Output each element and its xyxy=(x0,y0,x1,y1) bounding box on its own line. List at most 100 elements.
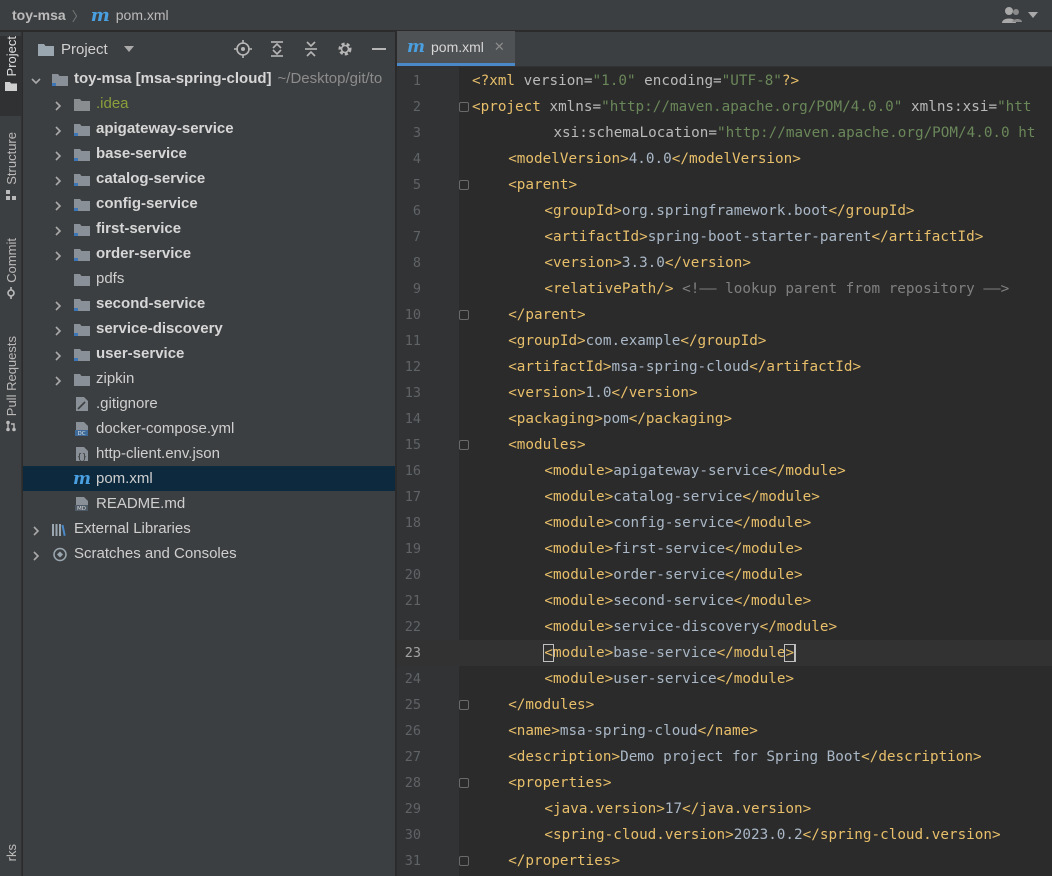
code-line[interactable]: 19 <module>first-service</module> xyxy=(397,536,1052,562)
expand-all-icon[interactable] xyxy=(267,40,287,58)
tree-item[interactable]: config-service xyxy=(23,191,395,216)
tree-item[interactable]: second-service xyxy=(23,291,395,316)
code-line[interactable]: 29 <java.version>17</java.version> xyxy=(397,796,1052,822)
tool-tab-commit[interactable]: Commit xyxy=(0,238,22,312)
user-menu[interactable] xyxy=(1002,6,1038,24)
tree-item[interactable]: .idea xyxy=(23,91,395,116)
code-line[interactable]: 24 <module>user-service</module> xyxy=(397,666,1052,692)
chevron-right-icon[interactable] xyxy=(31,548,41,561)
code-line[interactable]: 6 <groupId>org.springframework.boot</grou… xyxy=(397,198,1052,224)
tree-item[interactable]: MD README.md xyxy=(23,491,395,516)
code-line[interactable]: 23 <module>base-service</module> xyxy=(397,640,1052,666)
code-line[interactable]: 3 xsi:schemaLocation="http://maven.apache… xyxy=(397,120,1052,146)
breadcrumb-file[interactable]: pom.xml xyxy=(116,7,169,23)
code-line[interactable]: 16 <module>apigateway-service</module> xyxy=(397,458,1052,484)
code-line[interactable]: 17 <module>catalog-service</module> xyxy=(397,484,1052,510)
chevron-right-icon[interactable] xyxy=(53,248,63,261)
code-text: <modules> xyxy=(508,437,586,453)
code-line[interactable]: 18 <module>config-service</module> xyxy=(397,510,1052,536)
chevron-right-icon[interactable] xyxy=(31,523,41,536)
code-line[interactable]: 25 </modules> xyxy=(397,692,1052,718)
code-line[interactable]: 28 <properties> xyxy=(397,770,1052,796)
hide-panel-icon[interactable] xyxy=(369,40,389,58)
code-line[interactable]: 26 <name>msa-spring-cloud</name> xyxy=(397,718,1052,744)
chevron-right-icon[interactable] xyxy=(53,298,63,311)
code-line[interactable]: 12 <artifactId>msa-spring-cloud</artifact… xyxy=(397,354,1052,380)
tree-item[interactable]: base-service xyxy=(23,141,395,166)
code-line[interactable]: 2 <project xmlns="http://maven.apache.org… xyxy=(397,94,1052,120)
tree-item[interactable]: catalog-service xyxy=(23,166,395,191)
tree-item[interactable]: order-service xyxy=(23,241,395,266)
editor-tab-pom-xml[interactable]: m pom.xml ✕ xyxy=(397,31,515,66)
select-opened-file-icon[interactable] xyxy=(233,40,253,58)
code-line[interactable]: 5 <parent> xyxy=(397,172,1052,198)
code-line[interactable]: 21 <module>second-service</module> xyxy=(397,588,1052,614)
module-folder-icon xyxy=(73,346,91,362)
tool-tab-structure[interactable]: Structure xyxy=(0,132,22,216)
code-line[interactable]: 4 <modelVersion>4.0.0</modelVersion> xyxy=(397,146,1052,172)
tree-item[interactable]: pdfs xyxy=(23,266,395,291)
breadcrumb-project[interactable]: toy-msa xyxy=(12,7,66,23)
line-number: 31 xyxy=(404,853,421,869)
tool-tab-project[interactable]: Project xyxy=(0,36,22,116)
json-file-icon: {} xyxy=(73,446,91,462)
project-view-selector[interactable]: Project xyxy=(61,41,108,58)
tool-tab-bookmarks[interactable]: rks xyxy=(0,844,22,876)
code-line[interactable]: 1 <?xml version="1.0" encoding="UTF-8"?> xyxy=(397,68,1052,94)
code-line[interactable]: 27 <description>Demo project for Spring B… xyxy=(397,744,1052,770)
tree-item[interactable]: first-service xyxy=(23,216,395,241)
chevron-right-icon[interactable] xyxy=(53,323,63,336)
tree-item[interactable]: service-discovery xyxy=(23,316,395,341)
fold-marker-icon[interactable] xyxy=(459,310,469,320)
fold-marker-icon[interactable] xyxy=(459,856,469,866)
fold-marker-icon[interactable] xyxy=(459,700,469,710)
chevron-right-icon[interactable] xyxy=(53,348,63,361)
tree-item[interactable]: .gitignore xyxy=(23,391,395,416)
tree-item[interactable]: m pom.xml xyxy=(23,466,395,491)
code-line[interactable]: 30 <spring-cloud.version>2023.0.2</spring… xyxy=(397,822,1052,848)
code-line[interactable]: 15 <modules> xyxy=(397,432,1052,458)
fold-marker-icon[interactable] xyxy=(459,102,469,112)
code-line[interactable]: 11 <groupId>com.example</groupId> xyxy=(397,328,1052,354)
tree-item[interactable]: DC docker-compose.yml xyxy=(23,416,395,441)
module-folder-icon xyxy=(73,321,91,337)
line-number: 21 xyxy=(404,593,421,609)
line-number: 5 xyxy=(412,177,421,193)
code-text: </modules> xyxy=(508,697,595,713)
collapse-all-icon[interactable] xyxy=(301,40,321,58)
chevron-right-icon[interactable] xyxy=(53,148,63,161)
chevron-right-icon[interactable] xyxy=(53,123,63,136)
maven-file-icon: m xyxy=(407,37,425,57)
fold-marker-icon[interactable] xyxy=(459,778,469,788)
code-line[interactable]: 10 </parent> xyxy=(397,302,1052,328)
code-line[interactable]: 7 <artifactId>spring-boot-starter-parent<… xyxy=(397,224,1052,250)
tree-item[interactable]: {} http-client.env.json xyxy=(23,441,395,466)
code-line[interactable]: 9 <relativePath/> <!—— lookup parent from… xyxy=(397,276,1052,302)
code-line[interactable]: 22 <module>service-discovery</module> xyxy=(397,614,1052,640)
fold-marker-icon[interactable] xyxy=(459,180,469,190)
tree-item[interactable]: apigateway-service xyxy=(23,116,395,141)
tool-tab-pull-requests[interactable]: Pull Requests xyxy=(0,336,22,446)
tree-item[interactable]: toy-msa [msa-spring-cloud] ~/Desktop/git/… xyxy=(23,66,395,91)
close-icon[interactable]: ✕ xyxy=(494,39,505,55)
chevron-right-icon[interactable] xyxy=(53,98,63,111)
tree-item[interactable]: Scratches and Consoles xyxy=(23,541,395,566)
tree-item[interactable]: zipkin xyxy=(23,366,395,391)
chevron-right-icon[interactable] xyxy=(53,373,63,386)
code-line[interactable]: 20 <module>order-service</module> xyxy=(397,562,1052,588)
chevron-down-icon[interactable] xyxy=(123,46,134,52)
chevron-right-icon[interactable] xyxy=(53,173,63,186)
chevron-down-icon[interactable] xyxy=(31,73,41,85)
chevron-right-icon[interactable] xyxy=(53,223,63,236)
tree-item[interactable]: External Libraries xyxy=(23,516,395,541)
code-line[interactable]: 14 <packaging>pom</packaging> xyxy=(397,406,1052,432)
code-line[interactable]: 31 </properties> xyxy=(397,848,1052,874)
gear-icon[interactable] xyxy=(335,40,355,58)
module-folder-icon xyxy=(73,171,91,187)
code-editor[interactable]: 1 <?xml version="1.0" encoding="UTF-8"?> 2… xyxy=(397,67,1052,876)
chevron-right-icon[interactable] xyxy=(53,198,63,211)
tree-item[interactable]: user-service xyxy=(23,341,395,366)
code-line[interactable]: 13 <version>1.0</version> xyxy=(397,380,1052,406)
code-line[interactable]: 8 <version>3.3.0</version> xyxy=(397,250,1052,276)
fold-marker-icon[interactable] xyxy=(459,440,469,450)
